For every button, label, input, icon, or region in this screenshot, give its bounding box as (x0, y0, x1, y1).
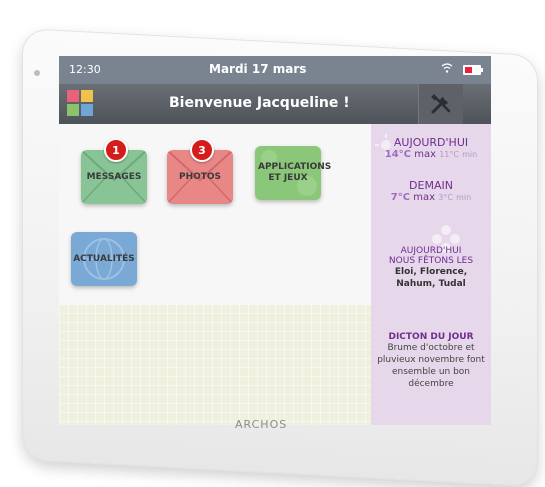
device-brand: ARCHOS (235, 418, 288, 431)
settings-button[interactable] (418, 84, 463, 124)
tomorrow-min: 3°C (438, 193, 453, 202)
tools-icon (431, 94, 451, 114)
info-sidebar: AUJOURD'HUI 14°C max 11°C min DEMAIN 7°C… (371, 124, 491, 425)
tomorrow-temperature: 7°C max 3°C min (390, 192, 472, 203)
dicton-line-2: pluvieux novembre font (377, 355, 485, 365)
messages-count-badge: 1 (104, 138, 128, 162)
app-tile-applications[interactable]: APPLICATIONS ET JEUX (255, 146, 332, 200)
welcome-title: Bienvenue Jacqueline ! (169, 95, 350, 111)
today-weather-heading: AUJOURD'HUI (393, 136, 469, 149)
tomorrow-weather-heading: DEMAIN (409, 179, 453, 192)
app-logo (67, 90, 95, 118)
saints-names-2: Nahum, Tudal (396, 279, 466, 289)
tomorrow-max: 7°C (390, 192, 411, 203)
app-tile-label: PHOTOS (178, 171, 222, 182)
dicton-line-4: décembre (408, 379, 454, 389)
app-tile-actualites[interactable]: ACTUALITÉS (71, 232, 137, 286)
today-min: 11°C (439, 150, 459, 159)
battery-low-icon (463, 65, 483, 75)
saints-names-1: Eloi, Florence, (394, 267, 468, 277)
tablet-screen: 12:30 Mardi 17 mars Bienvenue Jacqueline… (59, 56, 491, 425)
apps-area: 1 MESSAGES 3 PHOTOS APPLICATIONS ET JEUX… (59, 124, 371, 425)
wifi-icon (441, 63, 453, 73)
today-temperature: 14°C max 11°C min (384, 149, 478, 160)
background-tiles (59, 305, 371, 425)
photos-count-badge: 3 (190, 138, 214, 162)
camera-dot (34, 70, 40, 76)
status-date: Mardi 17 mars (209, 62, 307, 76)
app-tile-label: APPLICATIONS ET JEUX (258, 162, 332, 183)
app-tile-photos[interactable]: 3 PHOTOS (167, 138, 233, 204)
saints-heading-1: AUJOURD'HUI (400, 246, 462, 256)
status-time: 12:30 (69, 63, 101, 76)
app-tile-label: ACTUALITÉS (73, 253, 135, 264)
dicton-line-1: Brume d'octobre et (387, 343, 475, 353)
app-tile-messages[interactable]: 1 MESSAGES (81, 138, 147, 204)
status-bar: 12:30 Mardi 17 mars (59, 56, 491, 84)
dicton-line-3: ensemble un bon (391, 367, 471, 377)
today-max: 14°C (384, 149, 412, 160)
title-bar: Bienvenue Jacqueline ! (59, 84, 491, 124)
saints-heading-2: NOUS FÊTONS LES (388, 256, 474, 266)
dicton-heading: DICTON DU JOUR (388, 332, 474, 342)
app-tile-label: MESSAGES (86, 171, 142, 182)
